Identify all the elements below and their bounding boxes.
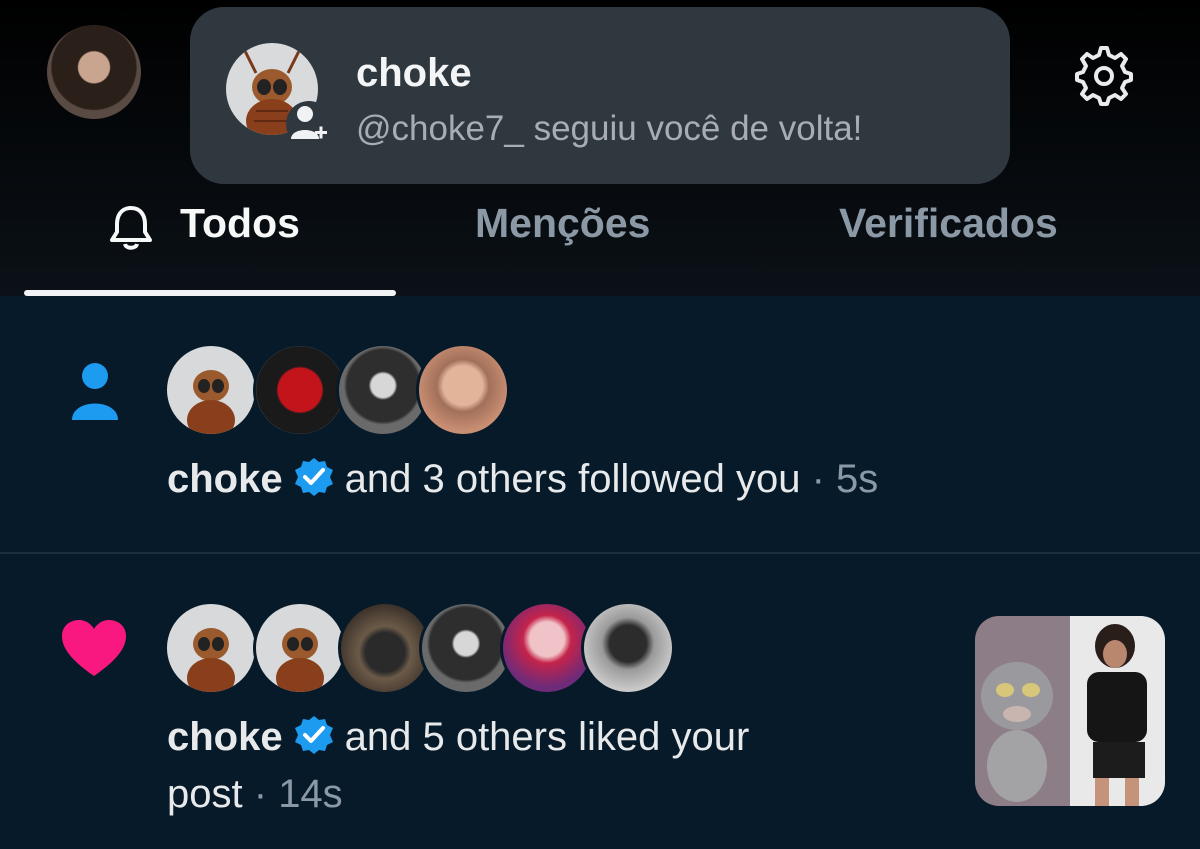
active-tab-indicator bbox=[24, 290, 396, 296]
tab-mencoes[interactable]: Menções bbox=[475, 200, 650, 247]
separator: · bbox=[253, 772, 268, 816]
notification-text: choke and 5 others liked your bbox=[167, 714, 749, 760]
separator: · bbox=[811, 457, 825, 501]
notification-text: choke and 3 others followed you · 5s bbox=[167, 456, 878, 502]
follow-toast[interactable]: choke @choke7_ seguiu você de volta! bbox=[190, 7, 1010, 184]
person-icon bbox=[70, 362, 120, 427]
verified-badge-icon bbox=[293, 456, 335, 498]
avatar[interactable] bbox=[416, 343, 510, 437]
avatar[interactable] bbox=[253, 343, 347, 437]
timestamp: 5s bbox=[836, 457, 879, 501]
avatar[interactable] bbox=[338, 601, 432, 695]
notification-message-cont: post bbox=[167, 772, 243, 816]
notification-text-line2: post · 14s bbox=[167, 772, 343, 817]
heart-icon bbox=[62, 620, 126, 683]
tab-verificados[interactable]: Verificados bbox=[839, 200, 1058, 247]
toast-message: @choke7_ seguiu você de volta! bbox=[356, 109, 863, 148]
notification-message: and 3 others followed you bbox=[344, 457, 801, 501]
avatar[interactable] bbox=[253, 601, 347, 695]
post-thumbnail[interactable] bbox=[975, 616, 1165, 806]
gear-icon[interactable] bbox=[1072, 44, 1136, 108]
avatar[interactable] bbox=[581, 601, 675, 695]
avatar[interactable] bbox=[419, 601, 513, 695]
timestamp: 14s bbox=[278, 772, 343, 816]
verified-badge-icon bbox=[293, 714, 335, 756]
avatar[interactable] bbox=[164, 343, 258, 437]
user-name[interactable]: choke bbox=[167, 715, 283, 759]
person-add-icon bbox=[286, 101, 332, 147]
user-name[interactable]: choke bbox=[167, 457, 283, 501]
notification-message: and 5 others liked your bbox=[344, 715, 750, 759]
toast-name: choke bbox=[356, 51, 472, 95]
header: choke @choke7_ seguiu você de volta! Tod… bbox=[0, 0, 1200, 296]
profile-avatar[interactable] bbox=[47, 25, 141, 119]
bell-icon bbox=[106, 202, 156, 252]
tab-todos[interactable]: Todos bbox=[180, 200, 300, 247]
avatar[interactable] bbox=[164, 601, 258, 695]
divider bbox=[0, 552, 1200, 554]
avatar[interactable] bbox=[500, 601, 594, 695]
